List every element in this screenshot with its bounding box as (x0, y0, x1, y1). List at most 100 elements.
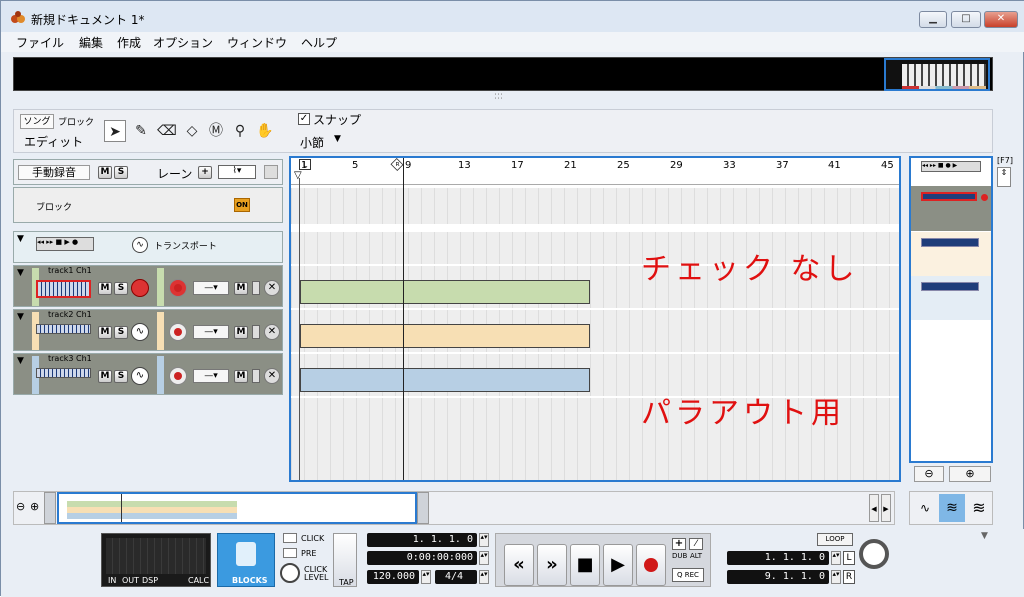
rewind-button[interactable]: « (504, 544, 534, 586)
split-tool-icon[interactable]: ◇ (181, 120, 203, 142)
track-row-3[interactable]: ▼ track3 Ch1 M S ∿ —▾ M ✕ (13, 353, 283, 395)
output-select[interactable]: —▾ (193, 369, 229, 383)
master-solo-button[interactable]: S (114, 166, 128, 179)
record-button[interactable] (636, 544, 666, 586)
blocks-button[interactable]: BLOCKS (217, 533, 275, 587)
instrument-keyboard-icon[interactable] (36, 324, 91, 334)
signature-spinner[interactable]: ▴▾ (479, 570, 489, 584)
master-mute-button[interactable]: M (98, 166, 112, 179)
arrangement-grid[interactable]: L ▽ R 1 5 9 13 17 21 25 29 33 37 41 45 チ… (289, 156, 901, 482)
menu-edit[interactable]: 編集 (79, 34, 103, 51)
track-solo-button[interactable]: S (114, 326, 128, 339)
instrument-keyboard-icon[interactable] (36, 280, 91, 298)
block-list-panel[interactable]: ◂◂ ▸▸ ■ ● ▶ (909, 156, 993, 463)
clip-block[interactable] (300, 280, 590, 304)
output-select[interactable]: —▾ (193, 325, 229, 339)
scroll-right-icon[interactable]: ▶ (881, 494, 891, 522)
transport-options-chevron-icon[interactable]: ▼ (981, 531, 988, 541)
zoom-out-icon[interactable]: ⊖ (914, 466, 944, 482)
signature-display[interactable]: 4/4 (435, 570, 477, 584)
expand-icon[interactable]: ▼ (17, 234, 24, 244)
lane-mute-button[interactable]: M (234, 370, 248, 383)
panel-toggle-icon[interactable]: ⇕ (997, 167, 1011, 187)
hand-tool-icon[interactable]: ✋ (254, 120, 276, 142)
lane-options-icon[interactable] (264, 165, 278, 179)
chevron-down-icon[interactable]: ▼ (334, 134, 341, 144)
track-mute-button[interactable]: M (98, 370, 112, 383)
track-solo-button[interactable]: S (114, 282, 128, 295)
track-name[interactable]: track1 Ch1 (48, 266, 92, 275)
zoom-out-icon[interactable]: ⊖ (16, 500, 25, 513)
manual-record-button[interactable]: 手動録音 (18, 165, 90, 180)
eraser-tool-icon[interactable]: ⌫ (156, 120, 178, 142)
stop-button[interactable]: ■ (570, 544, 600, 586)
block-thumb-3[interactable] (921, 282, 979, 291)
add-lane-button[interactable]: + (198, 166, 212, 179)
maximize-button[interactable]: □ (951, 11, 981, 28)
tap-button[interactable]: TAP (333, 533, 357, 587)
track-row-1[interactable]: ▼ track1 Ch1 M S —▾ M ✕ (13, 265, 283, 307)
arrow-tool-icon[interactable]: ➤ (104, 120, 126, 142)
menu-file[interactable]: ファイル (16, 34, 64, 51)
menu-create[interactable]: 作成 (117, 34, 141, 51)
clip-block[interactable] (300, 324, 590, 348)
track-row-2[interactable]: ▼ track2 Ch1 M S ∿ —▾ M ✕ (13, 309, 283, 351)
lane-mute-button[interactable]: M (234, 326, 248, 339)
timeline-scroller[interactable]: ⊖ ⊕ ◀ ▶ (13, 491, 895, 525)
waveform-medium-icon[interactable]: ≋ (939, 494, 965, 522)
scroll-handle-right[interactable] (417, 492, 429, 524)
lane-type-select[interactable]: ⌇▾ (218, 165, 256, 179)
block-lane[interactable] (291, 188, 899, 224)
loop-button[interactable]: LOOP (817, 533, 853, 546)
expand-icon[interactable]: ▼ (17, 312, 24, 322)
fast-forward-button[interactable]: » (537, 544, 567, 586)
remove-track-icon[interactable]: ✕ (264, 280, 280, 296)
lane-mute-button[interactable]: M (234, 282, 248, 295)
click-toggle[interactable] (283, 533, 297, 543)
song-overview[interactable] (13, 57, 993, 91)
menu-window[interactable]: ウィンドウ (227, 34, 287, 51)
input-monitor-icon[interactable] (131, 279, 149, 297)
snap-value-select[interactable]: 小節 (300, 134, 324, 151)
minimize-button[interactable]: ▁ (919, 11, 947, 28)
waveform-large-icon[interactable]: ≋ (966, 494, 992, 522)
mute-tool-icon[interactable]: Ⓜ (205, 120, 227, 142)
right-locator-display[interactable]: 9. 1. 1. 0 (727, 570, 829, 584)
scroll-left-icon[interactable]: ◀ (869, 494, 879, 522)
menu-options[interactable]: オプション (153, 34, 213, 51)
menu-help[interactable]: ヘルプ (301, 34, 337, 51)
time-display[interactable]: 0:00:00:000 (367, 551, 477, 565)
tempo-spinner[interactable]: ▴▾ (421, 570, 431, 584)
set-left-locator-button[interactable]: L (843, 551, 855, 565)
scroll-handle-left[interactable] (44, 492, 56, 524)
alt-toggle[interactable]: ⁄ (689, 538, 703, 550)
scroll-viewport[interactable] (57, 492, 417, 524)
pre-toggle[interactable] (283, 548, 297, 558)
set-right-locator-button[interactable]: R (843, 570, 855, 584)
tempo-display[interactable]: 120.000 (367, 570, 419, 584)
left-locator-display[interactable]: 1. 1. 1. 0 (727, 551, 829, 565)
instrument-keyboard-icon[interactable] (36, 368, 91, 378)
right-locator-spinner[interactable]: ▴▾ (831, 570, 841, 584)
remove-track-icon[interactable]: ✕ (264, 324, 280, 340)
song-mode-button[interactable]: ソング (20, 114, 54, 129)
quick-record-button[interactable]: Q REC (672, 568, 704, 582)
track-mute-button[interactable]: M (98, 282, 112, 295)
left-locator-spinner[interactable]: ▴▾ (831, 551, 841, 565)
clip-block[interactable] (300, 368, 590, 392)
record-arm-button[interactable] (169, 323, 187, 341)
zoom-tool-icon[interactable]: ⚲ (229, 120, 251, 142)
dub-toggle[interactable]: + (672, 538, 686, 550)
track-mute-button[interactable]: M (98, 326, 112, 339)
bar-ruler[interactable]: L ▽ R 1 5 9 13 17 21 25 29 33 37 41 45 (291, 158, 899, 185)
waveform-icon[interactable]: ∿ (131, 323, 149, 341)
snap-checkbox[interactable]: ✓ (298, 113, 310, 125)
track-name[interactable]: track2 Ch1 (48, 310, 92, 319)
overview-viewport[interactable] (884, 58, 990, 91)
expand-icon[interactable]: ▼ (17, 268, 24, 278)
splitter-grip[interactable]: ⋯ ⋯ (494, 91, 510, 104)
pencil-tool-icon[interactable]: ✎ (130, 120, 152, 142)
position-spinner[interactable]: ▴▾ (479, 533, 489, 547)
position-display[interactable]: 1. 1. 1. 0 (367, 533, 477, 547)
record-arm-button[interactable] (169, 279, 187, 297)
